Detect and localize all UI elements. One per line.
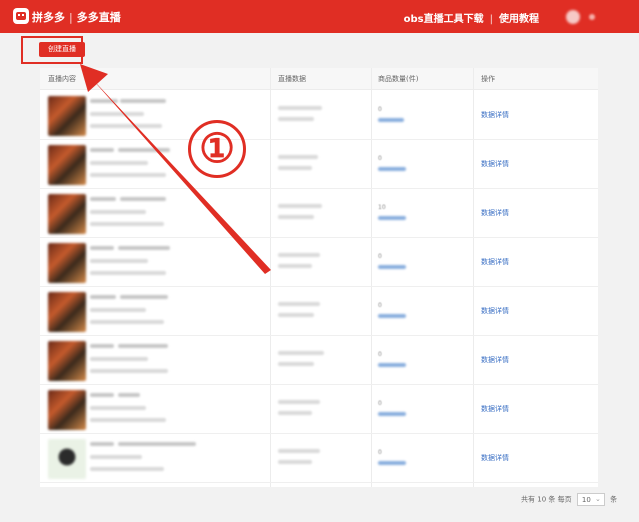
chevron-down-icon: ⌄ bbox=[594, 495, 601, 503]
total-prefix: 共有 bbox=[521, 495, 535, 504]
pagination: 共有 10 条 每页 10 ⌄ 条 bbox=[521, 493, 617, 506]
per-page-suffix: 条 bbox=[610, 495, 618, 504]
step-number-annotation: ① bbox=[188, 120, 246, 178]
total-count: 10 bbox=[537, 495, 547, 504]
per-page-label: 每页 bbox=[557, 495, 572, 504]
total-suffix: 条 bbox=[548, 495, 556, 504]
annotation-arrow bbox=[80, 64, 271, 274]
per-page-value: 10 bbox=[581, 496, 591, 504]
per-page-select[interactable]: 10 ⌄ bbox=[576, 493, 605, 506]
